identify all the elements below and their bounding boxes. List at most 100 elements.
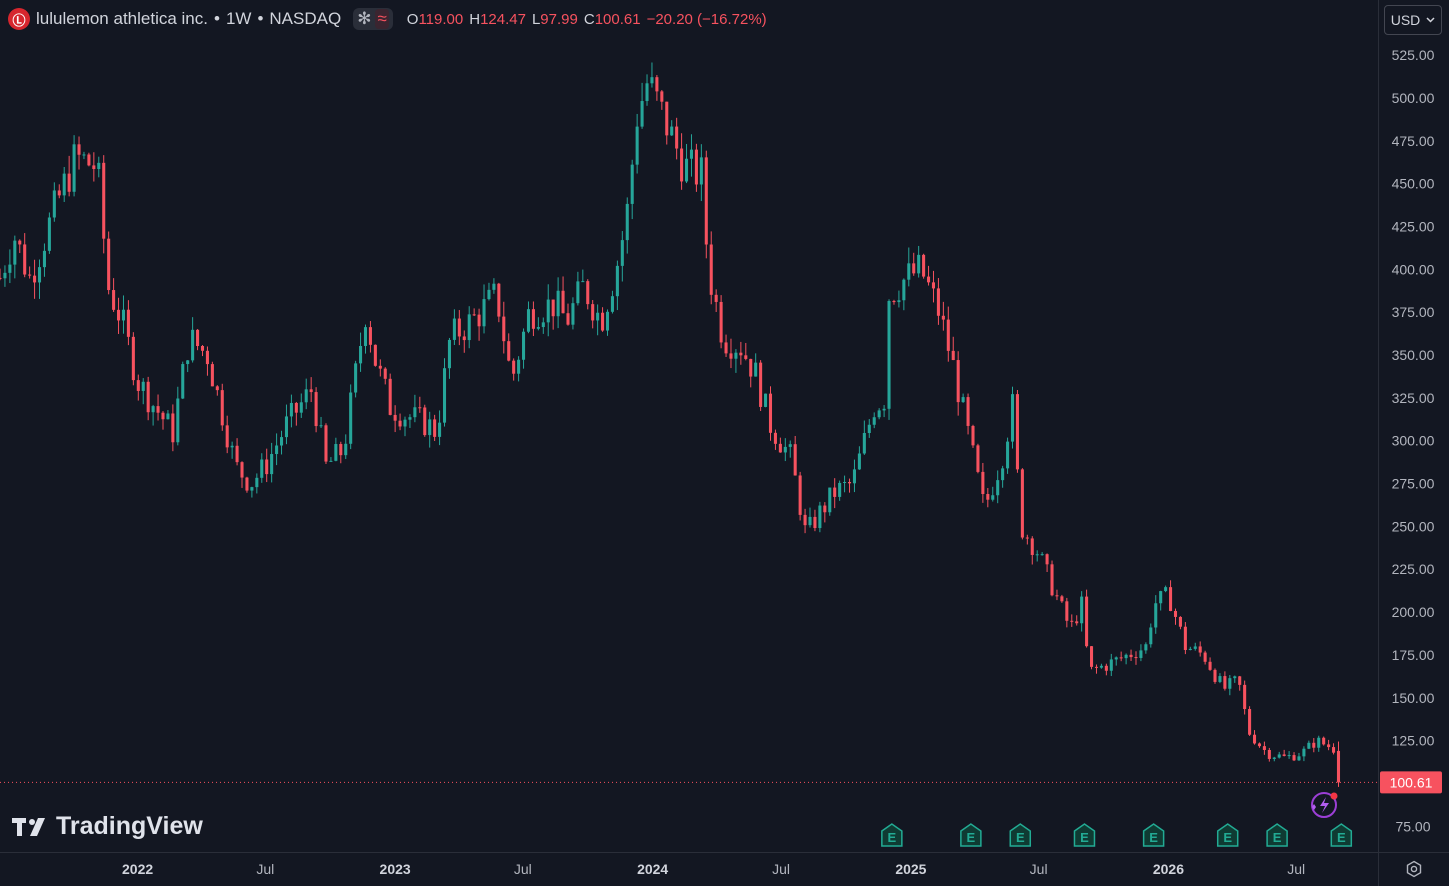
candle-body (1243, 684, 1247, 710)
candle-body (299, 402, 303, 413)
price-axis[interactable]: 525.00 500.00 475.00 450.00 425.00 400.00 375.… (1392, 47, 1435, 834)
candle-body (97, 162, 101, 170)
ohlc-values: O119.00 H124.47 L97.99 C100.61 −20.20 (−… (407, 11, 767, 28)
candle-body (1001, 468, 1005, 481)
candle-body (625, 203, 629, 241)
candle-body (1327, 744, 1331, 748)
candle-body (42, 250, 46, 268)
last-price-line: 100.61 (0, 771, 1442, 794)
candle-body (196, 329, 200, 347)
earnings-marker-label: E (1273, 830, 1282, 845)
low-value: 97.99 (540, 10, 578, 28)
candle-body (23, 244, 27, 275)
candle-body (442, 368, 447, 423)
earnings-marker-label: E (1080, 830, 1089, 845)
lululemon-logo-icon: Ⓛ (8, 8, 30, 30)
price-chart[interactable]: 100.61 525.00 500.00 475.00 450.00 425.00 400… (0, 0, 1449, 886)
candle-body (818, 505, 822, 529)
candle-body (843, 481, 847, 483)
earnings-marker[interactable]: E (1142, 823, 1165, 847)
candle-body (126, 309, 130, 337)
candle-body (220, 390, 224, 426)
candle-body (764, 393, 768, 407)
candle-body (215, 386, 219, 391)
candle-body (240, 462, 244, 478)
candle-body (768, 393, 773, 433)
price-axis-label: 200.00 (1392, 604, 1435, 620)
earnings-marker[interactable]: E (1216, 823, 1239, 847)
tradingview-watermark[interactable]: TradingView (12, 812, 203, 841)
candle-body (156, 406, 160, 413)
separator: • (213, 9, 220, 28)
close-label: C (583, 10, 595, 28)
candle-body (265, 459, 269, 475)
earnings-marker[interactable]: E (1073, 823, 1096, 847)
candle-body (778, 443, 782, 453)
asterisk-icon: ✻ (357, 9, 372, 28)
candle-body (344, 443, 348, 456)
candle-body (665, 101, 669, 136)
candle-body (931, 282, 936, 289)
earnings-marker-label: E (1223, 830, 1232, 845)
candle-body (1312, 742, 1316, 748)
symbol-name[interactable]: lululemon athletica inc. (36, 9, 208, 29)
candle-body (492, 283, 496, 290)
candle-body (388, 378, 392, 415)
price-axis-label: 275.00 (1392, 476, 1435, 492)
candle-body (378, 365, 382, 369)
time-axis-label: 2025 (895, 861, 926, 877)
earnings-marker[interactable]: E (1266, 823, 1288, 847)
tradingview-logo-icon (12, 817, 45, 836)
candle-body (680, 148, 684, 182)
candle-body (1238, 676, 1242, 685)
chevron-down-icon (1426, 17, 1435, 23)
candle-body (1065, 601, 1069, 621)
candle-body (191, 329, 195, 361)
gear-icon[interactable] (1402, 857, 1426, 881)
currency-selector[interactable]: USD (1384, 5, 1442, 35)
candle-body (1114, 657, 1118, 660)
interval-label[interactable]: 1W (226, 9, 252, 29)
candle-body (783, 446, 787, 453)
price-axis-label: 175.00 (1392, 647, 1435, 663)
candle-body (1134, 657, 1138, 659)
candle-body (319, 425, 323, 427)
candle-body (813, 516, 817, 529)
candle-body (744, 355, 748, 359)
candle-body (724, 342, 728, 354)
candle-body (230, 445, 234, 448)
earnings-marker[interactable]: E (1330, 823, 1353, 847)
earnings-marker[interactable]: E (1009, 823, 1032, 847)
candle-body (650, 77, 654, 84)
candle-body (512, 360, 516, 374)
candle-body (428, 419, 432, 436)
data-status-pill[interactable]: ✻ ≈ (353, 8, 393, 30)
price-axis-label: 475.00 (1392, 133, 1435, 149)
price-axis-label: 125.00 (1392, 733, 1435, 749)
open-label: O (406, 10, 419, 28)
candle-body (1010, 394, 1015, 442)
earnings-markers[interactable]: EEEEEEEE (881, 823, 1353, 847)
earnings-marker[interactable]: E (881, 823, 903, 847)
candle-body (245, 477, 249, 491)
candle-body (996, 480, 1000, 496)
earnings-marker[interactable]: E (960, 823, 982, 847)
candle-body (72, 144, 76, 192)
close-value: 100.61 (594, 10, 641, 28)
candle-body (734, 352, 738, 359)
price-axis-label: 75.00 (1395, 818, 1430, 834)
candle-body (1317, 737, 1321, 748)
ai-assistant-icon[interactable] (1311, 792, 1338, 818)
candle-body (314, 392, 318, 427)
candle-body (887, 300, 891, 409)
candle-body (1169, 587, 1173, 611)
candle-body (1085, 596, 1089, 647)
candle-body (566, 313, 570, 325)
candle-body (675, 126, 679, 149)
candle-body (87, 154, 91, 166)
candle-body (37, 267, 42, 283)
candle-body (349, 392, 353, 444)
time-axis[interactable]: 2022 Jul 2023 Jul 2024 Jul 2025 Jul 2026 Jul (122, 861, 1305, 877)
candle-body (610, 296, 614, 312)
candle-body (141, 381, 145, 391)
